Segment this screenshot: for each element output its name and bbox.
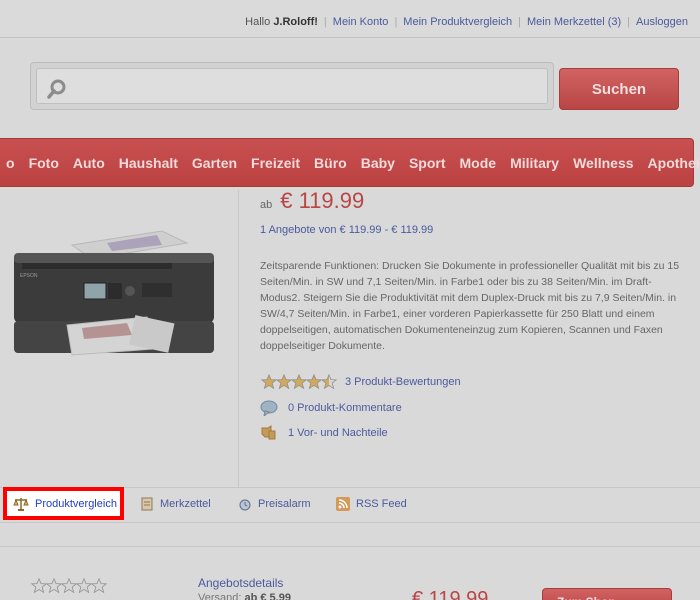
- compare-action[interactable]: Produktvergleich: [3, 487, 124, 520]
- thumbs-up-down-icon: [261, 425, 276, 440]
- separator: |: [394, 16, 398, 28]
- shipping-info: Versand: ab € 5.99: [198, 592, 291, 600]
- greeting: Hallo J.Roloff!: [245, 16, 318, 28]
- svg-text:EPSON: EPSON: [20, 273, 38, 279]
- scale-icon: [13, 497, 29, 511]
- speech-bubble-icon: [260, 400, 278, 416]
- price-alert-action[interactable]: Preisalarm: [238, 497, 311, 511]
- nav-item-buero[interactable]: Büro: [307, 155, 354, 171]
- comments-row: 0 Produkt-Kommentare: [260, 400, 402, 416]
- offers-link[interactable]: 1 Angebote von € 119.99 - € 119.99: [260, 224, 433, 236]
- reviews-row: 3 Produkt-Bewertungen: [260, 374, 461, 390]
- shop-button[interactable]: Zum Shop: [542, 588, 672, 600]
- my-comparison-link[interactable]: Mein Produktvergleich: [403, 16, 512, 28]
- offer-price: € 119.99: [412, 588, 489, 600]
- rating-stars: [260, 374, 338, 390]
- star-icon: [320, 374, 338, 390]
- nav-item-military[interactable]: Military: [503, 155, 566, 171]
- wishlist-label: Merkzettel: [160, 498, 211, 510]
- rss-icon: [336, 497, 350, 511]
- proscons-link[interactable]: 1 Vor- und Nachteile: [288, 427, 388, 439]
- top-bar: Hallo J.Roloff! | Mein Konto | Mein Prod…: [0, 0, 700, 38]
- offer-rating-stars: [30, 578, 108, 594]
- star-icon: [90, 578, 108, 594]
- search-input[interactable]: [71, 69, 541, 103]
- nav-item-baby[interactable]: Baby: [354, 155, 402, 171]
- column-divider: [238, 190, 239, 488]
- product-price: € 119.99: [280, 188, 365, 213]
- nav-item-haushalt[interactable]: Haushalt: [112, 155, 185, 171]
- nav-item-apotheke[interactable]: Apotheke: [641, 155, 700, 171]
- price-prefix: ab: [260, 199, 273, 211]
- price-line: ab € 119.99: [260, 188, 364, 214]
- search-box: [30, 62, 554, 110]
- nav-item-sport[interactable]: Sport: [402, 155, 453, 171]
- reviews-link[interactable]: 3 Produkt-Bewertungen: [345, 376, 461, 388]
- product-description: Zeitsparende Funktionen: Drucken Sie Dok…: [260, 260, 680, 352]
- alarm-clock-icon: [239, 499, 251, 511]
- notepad-icon: [141, 497, 153, 511]
- category-nav: o Foto Auto Haushalt Garten Freizeit Bür…: [0, 138, 700, 187]
- separator: |: [323, 16, 327, 28]
- comments-link[interactable]: 0 Produkt-Kommentare: [288, 402, 402, 414]
- search-field-frame[interactable]: [36, 68, 548, 104]
- logout-link[interactable]: Ausloggen: [636, 16, 688, 28]
- product-image[interactable]: EPSON: [12, 223, 217, 363]
- price-alert-label: Preisalarm: [258, 498, 311, 510]
- username: J.Roloff!: [273, 16, 318, 28]
- nav-item-freizeit[interactable]: Freizeit: [244, 155, 307, 171]
- nav-item-foto[interactable]: Foto: [22, 155, 66, 171]
- separator: |: [627, 16, 630, 28]
- my-wishlist-link[interactable]: Mein Merkzettel (3): [527, 16, 621, 28]
- section-divider: [0, 546, 700, 547]
- nav-item-auto[interactable]: Auto: [66, 155, 112, 171]
- rss-label: RSS Feed: [356, 498, 407, 510]
- nav-item-partial[interactable]: o: [0, 155, 22, 171]
- nav-item-garten[interactable]: Garten: [185, 155, 244, 171]
- account-links: Hallo J.Roloff! | Mein Konto | Mein Prod…: [245, 16, 688, 28]
- nav-item-mode[interactable]: Mode: [453, 155, 504, 171]
- my-account-link[interactable]: Mein Konto: [333, 16, 389, 28]
- search-button[interactable]: Suchen: [559, 68, 679, 110]
- offer-details-link[interactable]: Angebotsdetails: [198, 576, 283, 590]
- separator: |: [518, 16, 521, 28]
- compare-label: Produktvergleich: [35, 497, 117, 510]
- wishlist-action[interactable]: Merkzettel: [140, 497, 211, 511]
- shipping-value: ab € 5.99: [244, 592, 291, 600]
- search-icon: [47, 79, 66, 99]
- rss-action[interactable]: RSS Feed: [336, 497, 407, 511]
- nav-item-wellness[interactable]: Wellness: [566, 155, 640, 171]
- proscons-row: 1 Vor- und Nachteile: [260, 425, 388, 441]
